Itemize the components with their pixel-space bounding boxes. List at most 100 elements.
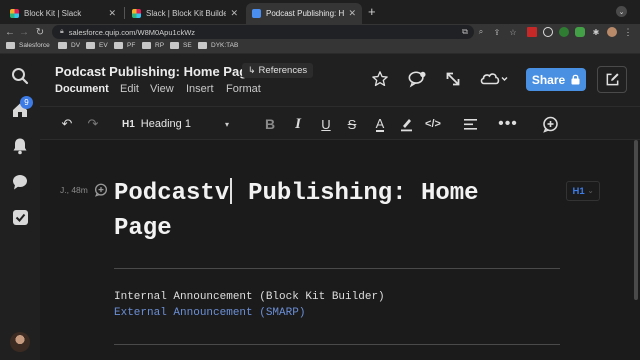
back-icon[interactable]: ← bbox=[4, 26, 16, 38]
folder-icon bbox=[170, 42, 179, 49]
folder-icon bbox=[6, 42, 15, 49]
italic-icon[interactable]: I bbox=[288, 107, 308, 141]
chevron-down-icon: ⌄ bbox=[587, 188, 594, 195]
url-text: salesforce.quip.com/W8M0Apu1ckWz bbox=[68, 27, 196, 37]
profile-avatar[interactable] bbox=[607, 27, 617, 37]
open-external-icon[interactable]: ⧉ bbox=[460, 27, 470, 37]
extension-icon[interactable] bbox=[527, 27, 537, 37]
bookmarks-bar: Salesforce DV EV PF RP SE DYK:TAB bbox=[0, 40, 640, 54]
style-prefix: H1 bbox=[122, 118, 135, 130]
menu-format[interactable]: Format bbox=[226, 83, 261, 95]
browser-tab-podcast-publishing[interactable]: Podcast Publishing: Home Page ✕ bbox=[246, 3, 362, 24]
bookmark-star-icon[interactable]: ☆ bbox=[508, 27, 518, 37]
reload-icon[interactable]: ↻ bbox=[34, 26, 46, 38]
conversation-icon[interactable] bbox=[406, 69, 428, 89]
extension-icon[interactable] bbox=[543, 27, 553, 37]
align-left-icon[interactable] bbox=[460, 107, 480, 141]
compose-button[interactable] bbox=[597, 66, 627, 93]
tab-divider bbox=[124, 7, 125, 19]
checkbox-icon[interactable] bbox=[10, 207, 30, 227]
chat-icon[interactable] bbox=[10, 172, 30, 192]
heading-line2: Page bbox=[114, 215, 172, 242]
menu-view[interactable]: View bbox=[150, 83, 174, 95]
user-avatar[interactable] bbox=[10, 332, 30, 352]
highlighter-icon[interactable] bbox=[396, 107, 416, 141]
redo-icon[interactable]: ↷ bbox=[84, 107, 102, 141]
cloud-menu-icon[interactable] bbox=[478, 69, 510, 89]
document-header: Podcast Publishing: Home Page ↳ Referenc… bbox=[40, 54, 640, 106]
menu-insert[interactable]: Insert bbox=[186, 83, 214, 95]
more-vertical-icon[interactable]: ⋮ bbox=[623, 27, 633, 37]
bookmark-folder[interactable]: SE bbox=[170, 42, 192, 49]
app-sidebar: 9 bbox=[0, 54, 40, 360]
menu-document[interactable]: Document bbox=[55, 83, 109, 95]
extension-icon[interactable] bbox=[559, 27, 569, 37]
address-bar[interactable]: 🔒︎ salesforce.quip.com/W8M0Apu1ckWz bbox=[52, 25, 474, 39]
underline-icon[interactable]: U bbox=[316, 107, 336, 141]
share-page-icon[interactable]: ⇪ bbox=[492, 27, 502, 37]
undo-icon[interactable]: ↶ bbox=[58, 107, 76, 141]
text-cursor bbox=[230, 178, 232, 204]
author-timestamp: J., 48m bbox=[60, 185, 88, 195]
browser-tab-strip: Block Kit | Slack ✕ Slack | Block Kit Bu… bbox=[0, 0, 640, 24]
bookmark-folder[interactable]: Salesforce bbox=[6, 42, 50, 49]
compose-icon bbox=[606, 73, 619, 86]
slack-icon bbox=[132, 9, 141, 18]
more-icon[interactable]: ••• bbox=[498, 107, 518, 141]
add-comment-icon[interactable] bbox=[540, 107, 560, 141]
style-label: Heading 1 bbox=[140, 118, 191, 130]
star-icon[interactable] bbox=[370, 69, 390, 89]
references-button[interactable]: ↳ References bbox=[242, 63, 314, 78]
zoom-icon[interactable]: ⌕ bbox=[476, 27, 486, 37]
style-badge[interactable]: H1 ⌄ bbox=[566, 181, 600, 201]
browser-tab-block-kit-builder[interactable]: Slack | Block Kit Builder ✕ bbox=[126, 3, 244, 24]
bookmark-folder[interactable]: PF bbox=[114, 42, 135, 49]
share-button[interactable]: Share bbox=[526, 68, 586, 91]
browser-tab-label: Block Kit | Slack bbox=[24, 9, 82, 18]
browser-toolbar: ← → ↻ 🔒︎ salesforce.quip.com/W8M0Apu1ckW… bbox=[0, 24, 640, 40]
bookmark-folder[interactable]: EV bbox=[86, 42, 108, 49]
browser-tab-label: Slack | Block Kit Builder bbox=[146, 9, 227, 18]
heading-word: Podcastv bbox=[114, 180, 230, 207]
forward-icon[interactable]: → bbox=[18, 26, 30, 38]
bookmark-folder[interactable]: DYK:TAB bbox=[198, 42, 238, 49]
search-icon[interactable] bbox=[10, 66, 30, 86]
close-icon[interactable]: ✕ bbox=[230, 8, 238, 19]
format-toolbar: ↶ ↷ H1 Heading 1 ▾ B I U S A </> ••• bbox=[40, 106, 640, 140]
slack-icon bbox=[10, 9, 19, 18]
bookmark-folder[interactable]: RP bbox=[142, 42, 164, 49]
expand-icon[interactable] bbox=[443, 69, 463, 89]
folder-icon bbox=[142, 42, 151, 49]
heading-rest: Publishing: Home bbox=[248, 180, 479, 207]
strikethrough-icon[interactable]: S bbox=[342, 107, 362, 141]
new-tab-button[interactable]: + bbox=[368, 5, 376, 19]
divider bbox=[114, 268, 560, 269]
chevron-down-icon: ▾ bbox=[224, 119, 229, 129]
close-icon[interactable]: ✕ bbox=[108, 8, 116, 19]
folder-icon bbox=[58, 42, 67, 49]
chevron-down-icon[interactable]: ⌄ bbox=[616, 6, 627, 17]
close-icon[interactable]: ✕ bbox=[348, 8, 356, 19]
puzzle-icon[interactable]: ✱ bbox=[591, 27, 601, 37]
extension-icon[interactable] bbox=[575, 27, 585, 37]
folder-icon bbox=[114, 42, 123, 49]
document-heading[interactable]: Podcastv Publishing: Home Page bbox=[114, 176, 564, 246]
add-comment-icon[interactable] bbox=[94, 183, 108, 202]
text-color-icon[interactable]: A bbox=[370, 107, 390, 141]
bold-icon[interactable]: B bbox=[260, 107, 280, 141]
code-icon[interactable]: </> bbox=[422, 107, 444, 141]
text-style-dropdown[interactable]: H1 Heading 1 ▾ bbox=[122, 116, 229, 132]
page-title: Podcast Publishing: Home Page bbox=[55, 64, 255, 79]
bookmark-folder[interactable]: DV bbox=[58, 42, 80, 49]
lock-icon: 🔒︎ bbox=[60, 28, 64, 35]
browser-tab-block-kit[interactable]: Block Kit | Slack ✕ bbox=[4, 3, 122, 24]
scrollbar[interactable] bbox=[634, 140, 638, 300]
quip-icon bbox=[252, 9, 261, 18]
browser-tab-label: Podcast Publishing: Home Page bbox=[266, 9, 345, 18]
menu-edit[interactable]: Edit bbox=[120, 83, 139, 95]
external-link[interactable]: External Announcement (SMARP) bbox=[114, 307, 305, 319]
folder-icon bbox=[198, 42, 207, 49]
document-body: J., 48m Podcastv Publishing: Home Page H… bbox=[40, 140, 640, 360]
bell-icon[interactable] bbox=[10, 136, 30, 156]
paragraph-line[interactable]: Internal Announcement (Block Kit Builder… bbox=[114, 291, 385, 303]
